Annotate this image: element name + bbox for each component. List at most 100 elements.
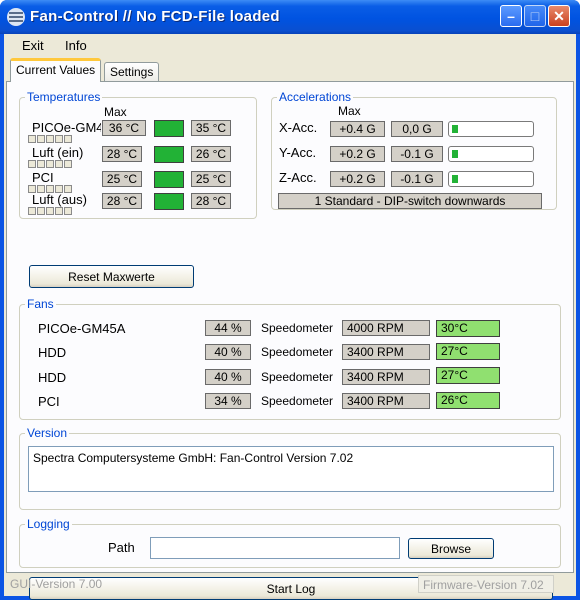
gui-version-label: GUI-Version 7.00 bbox=[10, 577, 103, 591]
reset-max-button[interactable]: Reset Maxwerte bbox=[29, 265, 194, 288]
accelerations-max-label: Max bbox=[338, 104, 361, 118]
fan-rpm: 3400 RPM bbox=[342, 344, 430, 360]
temperature-current-value: 26 °C bbox=[191, 146, 231, 162]
fan-rpm: 3400 RPM bbox=[342, 393, 430, 409]
temperatures-group: Temperatures Max PICOe-GM45 36 °C 35 °C … bbox=[19, 90, 257, 219]
temperature-row: PICOe-GM45 36 °C 35 °C bbox=[26, 120, 254, 146]
temperatures-max-label: Max bbox=[104, 105, 127, 119]
acceleration-max-value: +0.4 G bbox=[330, 121, 385, 137]
acceleration-level-fill bbox=[452, 125, 458, 133]
tab-current-values[interactable]: Current Values bbox=[10, 58, 102, 82]
fan-mode: Speedometer bbox=[261, 394, 334, 408]
client-area: Exit Info Current Values Settings Temper… bbox=[4, 34, 576, 600]
fan-temperature: 30°C bbox=[436, 320, 500, 337]
fan-name: PICOe-GM45A bbox=[38, 321, 126, 336]
temperature-max-value: 25 °C bbox=[102, 171, 142, 187]
temperature-sensor-name: Luft (aus) bbox=[32, 192, 87, 207]
acceleration-level-bar bbox=[448, 171, 534, 187]
temperature-sensor-name: Luft (ein) bbox=[32, 145, 84, 160]
path-label: Path bbox=[108, 540, 135, 555]
fan-percent: 40 % bbox=[205, 369, 251, 385]
acceleration-max-value: +0.2 G bbox=[330, 146, 385, 162]
temperature-sensor-name: PCI bbox=[32, 170, 54, 185]
maximize-button[interactable]: □ bbox=[524, 5, 546, 27]
fan-row: PCI 34 % Speedometer 3400 RPM 26°C bbox=[20, 392, 560, 413]
fan-mode: Speedometer bbox=[261, 345, 334, 359]
temperature-sensor-name: PICOe-GM45 bbox=[32, 120, 101, 135]
temperature-current-value: 25 °C bbox=[191, 171, 231, 187]
path-input[interactable] bbox=[150, 537, 400, 559]
temperature-row: Luft (aus) 28 °C 28 °C bbox=[26, 192, 254, 218]
logging-title: Logging bbox=[25, 517, 72, 531]
close-button[interactable]: ✕ bbox=[548, 5, 570, 27]
fan-row: HDD 40 % Speedometer 3400 RPM 27°C bbox=[20, 367, 560, 389]
acceleration-row: Z-Acc. +0.2 G -0.1 G bbox=[272, 170, 558, 190]
menu-exit[interactable]: Exit bbox=[22, 38, 44, 53]
sensor-indicator-squares bbox=[28, 160, 72, 168]
fan-temperature: 26°C bbox=[436, 392, 500, 409]
fan-name: PCI bbox=[38, 394, 60, 409]
window-title: Fan-Control // No FCD-File loaded bbox=[30, 8, 280, 25]
logging-group: Logging Path Browse bbox=[19, 517, 561, 568]
version-title: Version bbox=[25, 426, 70, 440]
fan-mode: Speedometer bbox=[261, 321, 334, 335]
temperature-row: Luft (ein) 28 °C 26 °C bbox=[26, 145, 254, 171]
acceleration-current-value: -0.1 G bbox=[391, 171, 443, 187]
acceleration-axis-label: X-Acc. bbox=[279, 120, 318, 135]
fan-temperature: 27°C bbox=[436, 343, 500, 360]
fan-percent: 40 % bbox=[205, 344, 251, 360]
acceleration-row: Y-Acc. +0.2 G -0.1 G bbox=[272, 145, 558, 165]
browse-button[interactable]: Browse bbox=[408, 538, 494, 559]
acceleration-level-bar bbox=[448, 146, 534, 162]
app-icon[interactable] bbox=[7, 8, 25, 26]
version-group: Version Spectra Computersysteme GmbH: Fa… bbox=[19, 426, 561, 510]
fan-percent: 44 % bbox=[205, 320, 251, 336]
fan-name: HDD bbox=[38, 345, 67, 360]
version-text[interactable]: Spectra Computersysteme GmbH: Fan-Contro… bbox=[28, 446, 554, 492]
temperature-status-indicator bbox=[154, 171, 184, 188]
temperature-max-value: 28 °C bbox=[102, 193, 142, 209]
fan-row: HDD 40 % Speedometer 3400 RPM 27°C bbox=[20, 343, 560, 364]
fan-name: HDD bbox=[38, 370, 67, 385]
fan-rpm: 4000 RPM bbox=[342, 320, 430, 336]
acceleration-row: X-Acc. +0.4 G 0,0 G bbox=[272, 120, 558, 140]
fans-group: Fans PICOe-GM45A 44 % Speedometer 4000 R… bbox=[19, 297, 561, 420]
tab-settings[interactable]: Settings bbox=[104, 62, 160, 82]
temperature-status-indicator bbox=[154, 146, 184, 163]
app-window: Fan-Control // No FCD-File loaded – □ ✕ … bbox=[0, 0, 580, 600]
acceleration-axis-label: Y-Acc. bbox=[279, 145, 317, 160]
acceleration-current-value: -0.1 G bbox=[391, 146, 443, 162]
firmware-version-label: Firmware-Version 7.02 bbox=[418, 575, 554, 593]
acceleration-level-fill bbox=[452, 150, 458, 158]
acceleration-axis-label: Z-Acc. bbox=[279, 170, 317, 185]
temperature-max-value: 36 °C bbox=[102, 120, 146, 136]
accelerations-group: Accelerations Max X-Acc. +0.4 G 0,0 G Y-… bbox=[271, 90, 558, 210]
acceleration-level-bar bbox=[448, 121, 534, 137]
tab-strip: Current Values Settings bbox=[4, 58, 576, 82]
fan-mode: Speedometer bbox=[261, 370, 334, 384]
menu-bar: Exit Info bbox=[4, 34, 576, 56]
sensor-indicator-squares bbox=[28, 207, 72, 215]
temperature-current-value: 28 °C bbox=[191, 193, 231, 209]
title-bar[interactable]: Fan-Control // No FCD-File loaded – □ ✕ bbox=[0, 0, 580, 34]
menu-info[interactable]: Info bbox=[65, 38, 87, 53]
fan-row: PICOe-GM45A 44 % Speedometer 4000 RPM 30… bbox=[20, 320, 560, 340]
acceleration-current-value: 0,0 G bbox=[391, 121, 443, 137]
temperature-status-indicator bbox=[154, 120, 184, 137]
minimize-button[interactable]: – bbox=[500, 5, 522, 27]
accelerations-title: Accelerations bbox=[277, 90, 354, 104]
temperature-max-value: 28 °C bbox=[102, 146, 142, 162]
status-bar: GUI-Version 7.00 Firmware-Version 7.02 bbox=[4, 574, 576, 596]
acceleration-max-value: +0.2 G bbox=[330, 171, 385, 187]
temperature-current-value: 35 °C bbox=[191, 120, 231, 136]
sensor-indicator-squares bbox=[28, 135, 72, 143]
fans-title: Fans bbox=[25, 297, 56, 311]
dip-switch-status: 1 Standard - DIP-switch downwards bbox=[278, 193, 542, 209]
temperature-status-indicator bbox=[154, 193, 184, 210]
current-values-panel: Temperatures Max PICOe-GM45 36 °C 35 °C … bbox=[6, 81, 574, 600]
fan-rpm: 3400 RPM bbox=[342, 369, 430, 385]
temperatures-title: Temperatures bbox=[25, 90, 103, 104]
fan-percent: 34 % bbox=[205, 393, 251, 409]
acceleration-level-fill bbox=[452, 175, 458, 183]
fan-temperature: 27°C bbox=[436, 367, 500, 384]
